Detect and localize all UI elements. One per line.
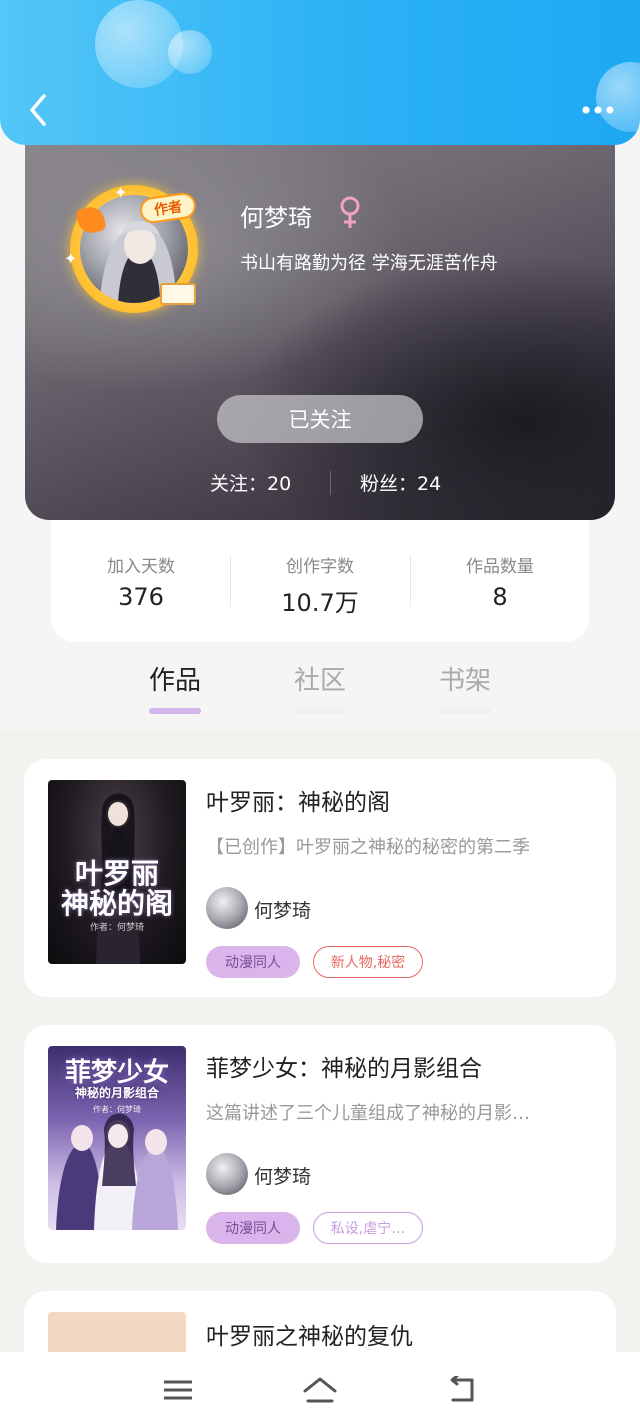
- return-icon: [450, 1376, 474, 1402]
- tab-works[interactable]: 作品: [130, 660, 220, 697]
- book-card[interactable]: 菲梦少女 神秘的月影组合 作者：何梦琦 菲梦少女：神秘的月影组合 这篇讲述了三个…: [24, 1025, 616, 1263]
- book-author-name: 何梦琦: [254, 1166, 312, 1188]
- tab-indicator: [294, 708, 346, 714]
- menu-icon: [164, 1380, 192, 1400]
- genre-tag[interactable]: 动漫同人: [206, 946, 300, 978]
- divider: [330, 471, 331, 495]
- book-title[interactable]: 叶罗丽：神秘的阁: [206, 783, 390, 817]
- tab-bookshelf[interactable]: 书架: [420, 660, 510, 697]
- book-author-name: 何梦琦: [254, 900, 312, 922]
- stat-label: 作品数量: [466, 557, 534, 577]
- author-name: 何梦琦: [240, 204, 312, 232]
- book-cover[interactable]: 叶罗丽 神秘的阁 作者：何梦琦: [48, 780, 186, 964]
- follow-stats: 关注：20 粉丝：24: [25, 469, 615, 499]
- author-motto: 书山有路勤为径 学海无涯苦作舟: [240, 253, 498, 274]
- avatar: [206, 1153, 248, 1195]
- book-title[interactable]: 菲梦少女：神秘的月影组合: [206, 1049, 482, 1083]
- decor-bubble: [168, 30, 212, 74]
- follow-button[interactable]: 已关注: [217, 395, 423, 443]
- menu-button[interactable]: [158, 1370, 198, 1410]
- tab-indicator: [439, 708, 491, 714]
- keyword-tag[interactable]: 新人物,秘密: [313, 946, 423, 978]
- book-cover[interactable]: 菲梦少女 神秘的月影组合 作者：何梦琦: [48, 1046, 186, 1230]
- avatar: [206, 887, 248, 929]
- book-description: 这篇讲述了三个儿童组成了神秘的月影…: [206, 1103, 530, 1124]
- stat-value: 8: [492, 583, 508, 611]
- book-title[interactable]: 叶罗丽之神秘的复仇: [206, 1317, 413, 1351]
- keyword-tag[interactable]: 私设,虐宁…: [313, 1212, 423, 1244]
- stat-value: 10.7万: [281, 589, 359, 617]
- cover-author: 作者：何梦琦: [89, 923, 144, 933]
- profile-card: 作者 ✦ ✦ 何梦琦 书山有路勤为径 学海无涯苦作舟 已关注 关注：20 粉丝：…: [25, 125, 615, 520]
- stat-join-days: 加入天数 376: [51, 552, 231, 611]
- stat-word-count: 创作字数 10.7万: [230, 552, 410, 618]
- tab-indicator-active: [149, 708, 201, 714]
- book-icon: [160, 283, 196, 305]
- fans-count[interactable]: 粉丝：24: [360, 469, 441, 496]
- stat-label: 创作字数: [286, 557, 354, 577]
- home-icon: [303, 1377, 337, 1403]
- following-count[interactable]: 关注：20: [210, 469, 291, 496]
- stat-works-count: 作品数量 8: [410, 552, 590, 611]
- more-dots-icon: [582, 106, 614, 114]
- tab-community[interactable]: 社区: [275, 660, 365, 697]
- system-nav-bar: [0, 1352, 640, 1428]
- cover-subtitle: 神秘的月影组合: [74, 1086, 159, 1100]
- back-button[interactable]: [18, 88, 58, 132]
- home-button[interactable]: [300, 1370, 340, 1410]
- return-button[interactable]: [442, 1370, 482, 1410]
- sparkle-icon: ✦: [114, 183, 128, 202]
- stat-value: 376: [118, 583, 164, 611]
- sparkle-icon: ✦: [64, 249, 78, 268]
- cover-title: 神秘的阁: [60, 887, 173, 920]
- stat-label: 加入天数: [107, 557, 175, 577]
- book-card[interactable]: 叶罗丽 神秘的阁 作者：何梦琦 叶罗丽：神秘的阁 【已创作】叶罗丽之神秘的秘密的…: [24, 759, 616, 997]
- top-bar: [0, 0, 640, 145]
- tab-bar: 作品 社区 书架: [0, 660, 640, 720]
- genre-tag[interactable]: 动漫同人: [206, 1212, 300, 1244]
- chevron-left-icon: [30, 94, 46, 126]
- more-options-button[interactable]: [578, 92, 618, 128]
- female-icon: [340, 196, 360, 228]
- book-description: 【已创作】叶罗丽之神秘的秘密的第二季: [206, 837, 530, 858]
- cover-author: 作者：何梦琦: [93, 1105, 141, 1114]
- author-avatar[interactable]: 作者 ✦ ✦: [64, 183, 198, 313]
